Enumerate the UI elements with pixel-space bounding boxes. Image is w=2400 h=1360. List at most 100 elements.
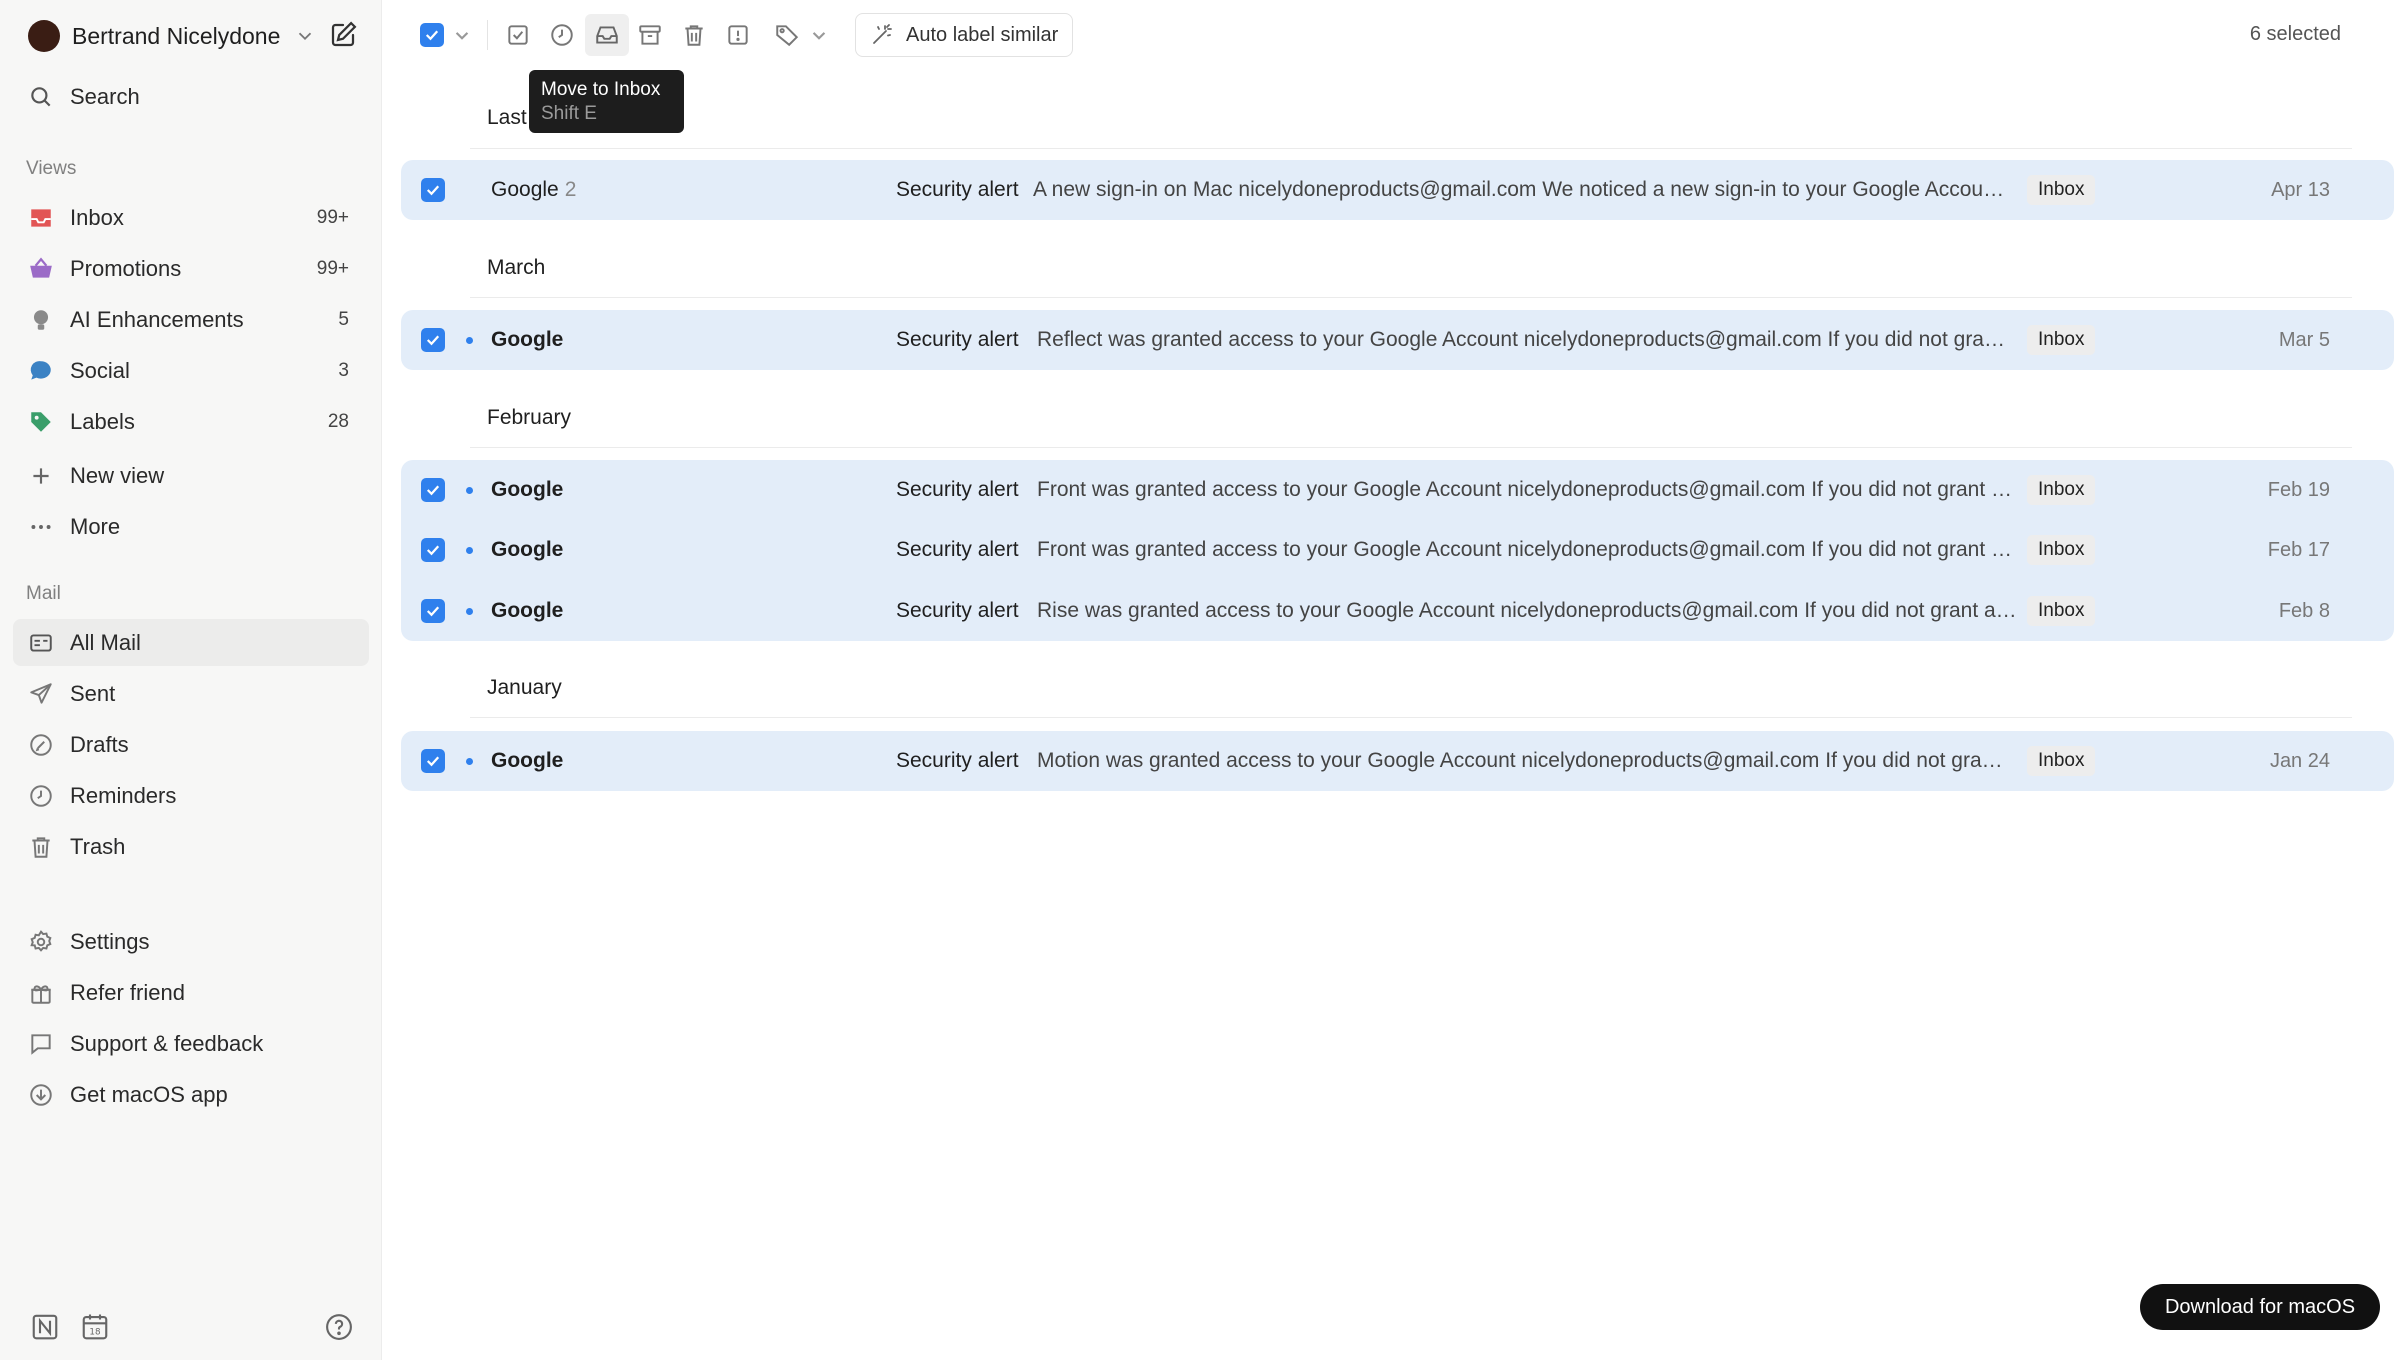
sidebar-item-trash[interactable]: Trash: [13, 823, 369, 870]
email-date: Feb 17: [2267, 539, 2330, 561]
inbox-tag: Inbox: [2027, 325, 2096, 355]
move-to-inbox-icon[interactable]: [585, 14, 629, 56]
all-mail-icon: [27, 629, 55, 657]
notion-icon[interactable]: [30, 1312, 60, 1342]
email-subject: Security alert: [896, 599, 1019, 622]
download-for-macos-button[interactable]: Download for macOS: [2140, 1284, 2380, 1330]
sidebar-item-reminders[interactable]: Reminders: [13, 772, 369, 819]
email-sender: Google: [491, 478, 564, 501]
inbox-tag: Inbox: [2027, 475, 2096, 505]
sidebar-item-all-mail[interactable]: All Mail: [13, 619, 369, 666]
label-menu-chevron-icon[interactable]: [804, 20, 834, 50]
tag-icon: [27, 408, 55, 436]
draft-icon: [27, 731, 55, 759]
inbox-icon: [27, 204, 55, 232]
unread-dot: [466, 758, 473, 765]
sidebar-item-inbox[interactable]: Inbox 99+: [13, 194, 369, 241]
row-checkbox[interactable]: [421, 749, 445, 773]
views-section-title: Views: [26, 158, 77, 179]
sidebar-item-social[interactable]: Social 3: [13, 347, 369, 394]
email-row[interactable]: Google Security alert Rise was granted a…: [401, 581, 2394, 641]
sidebar-bottom-bar: 18: [28, 1312, 358, 1344]
auto-label-similar-button[interactable]: Auto label similar: [855, 13, 1074, 57]
email-row[interactable]: Google 2 Security alert A new sign-in on …: [401, 160, 2394, 220]
select-all-checkbox[interactable]: [417, 20, 447, 50]
email-date: Feb 19: [2267, 479, 2330, 501]
new-view-button[interactable]: New view: [13, 452, 369, 499]
search-label: Search: [70, 83, 140, 109]
sidebar-item-promotions[interactable]: Promotions 99+: [13, 245, 369, 292]
archive-icon[interactable]: [635, 20, 665, 50]
move-to-inbox-tooltip: Move to Inbox Shift E: [529, 70, 684, 133]
email-snippet: Motion was granted access to your Google…: [1037, 749, 2013, 772]
group-divider: [470, 148, 2352, 149]
email-row[interactable]: Google Security alert Reflect was grante…: [401, 310, 2394, 370]
send-icon: [27, 680, 55, 708]
row-checkbox[interactable]: [421, 538, 445, 562]
sidebar-item-sent[interactable]: Sent: [13, 670, 369, 717]
email-snippet: Reflect was granted access to your Googl…: [1037, 328, 2013, 351]
email-snippet: Front was granted access to your Google …: [1037, 538, 2017, 561]
search-icon: [27, 83, 55, 111]
inbox-tag: Inbox: [2027, 535, 2096, 565]
sidebar: Bertrand Nicelydone Search Views Inbox 9…: [0, 0, 382, 1360]
calendar-icon[interactable]: 18: [80, 1312, 110, 1342]
sidebar-item-drafts[interactable]: Drafts: [13, 721, 369, 768]
row-checkbox[interactable]: [421, 478, 445, 502]
snooze-icon[interactable]: [547, 20, 577, 50]
svg-text:18: 18: [89, 1328, 100, 1338]
email-row[interactable]: Google Security alert Motion was granted…: [401, 731, 2394, 791]
plus-icon: [27, 462, 55, 490]
mail-app: Bertrand Nicelydone Search Views Inbox 9…: [0, 0, 2400, 1360]
download-icon: [27, 1081, 55, 1109]
message-icon: [27, 1030, 55, 1058]
email-subject: Security alert: [896, 538, 1019, 561]
unread-dot: [466, 337, 473, 344]
trash-icon[interactable]: [679, 20, 709, 50]
label-icon[interactable]: [772, 20, 802, 50]
more-button[interactable]: More: [13, 503, 369, 550]
toolbar-divider: [487, 20, 488, 50]
help-icon[interactable]: [324, 1312, 354, 1342]
email-subject: Security alert: [896, 749, 1019, 772]
email-row[interactable]: Google Security alert Front was granted …: [401, 520, 2394, 580]
group-heading: January: [487, 676, 562, 699]
sidebar-item-get-macos-app[interactable]: Get macOS app: [13, 1071, 369, 1118]
email-subject: Security alert: [896, 478, 1019, 501]
ellipsis-icon: [27, 513, 55, 541]
sidebar-item-refer-friend[interactable]: Refer friend: [13, 969, 369, 1016]
chat-bubble-icon: [27, 357, 55, 385]
gear-icon: [27, 928, 55, 956]
tooltip-shortcut: Shift E: [541, 103, 597, 124]
email-snippet: A new sign-in on Mac nicelydoneproducts@…: [1033, 178, 2013, 201]
sidebar-item-labels[interactable]: Labels 28: [13, 398, 369, 445]
row-checkbox[interactable]: [421, 328, 445, 352]
report-spam-icon[interactable]: [723, 20, 753, 50]
sidebar-item-support[interactable]: Support & feedback: [13, 1020, 369, 1067]
clock-icon: [27, 782, 55, 810]
chevron-down-icon[interactable]: [447, 20, 477, 50]
email-sender: Google: [491, 749, 564, 772]
email-row[interactable]: Google Security alert Front was granted …: [401, 460, 2394, 520]
email-subject: Security alert: [896, 178, 1019, 201]
unread-dot: [466, 608, 473, 615]
group-heading: February: [487, 406, 572, 429]
trash-icon: [27, 833, 55, 861]
account-switcher[interactable]: Bertrand Nicelydone: [28, 18, 368, 54]
sidebar-item-ai-enhancements[interactable]: AI Enhancements 5: [13, 296, 369, 343]
row-checkbox[interactable]: [421, 178, 445, 202]
inbox-tag: Inbox: [2027, 746, 2096, 776]
basket-icon: [27, 255, 55, 283]
row-checkbox[interactable]: [421, 599, 445, 623]
email-date: Jan 24: [2269, 750, 2330, 772]
unread-dot: [466, 547, 473, 554]
thread-count: 2: [564, 178, 577, 201]
unread-dot: [466, 487, 473, 494]
compose-icon[interactable]: [328, 20, 358, 50]
account-name: Bertrand Nicelydone: [72, 22, 281, 49]
mark-done-icon[interactable]: [503, 20, 533, 50]
search-button[interactable]: Search: [13, 73, 369, 120]
email-sender: Google: [491, 599, 564, 622]
bulb-icon: [27, 306, 55, 334]
sidebar-item-settings[interactable]: Settings: [13, 918, 369, 965]
